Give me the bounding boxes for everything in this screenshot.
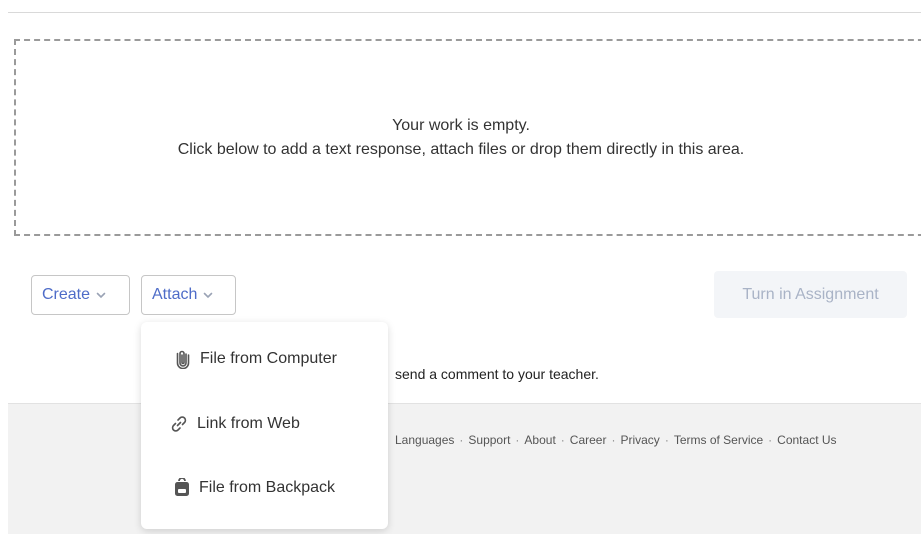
- footer-separator: ·: [611, 433, 616, 447]
- turn-in-label: Turn in Assignment: [742, 285, 879, 303]
- link-icon: [171, 416, 187, 432]
- paperclip-icon: [176, 350, 190, 369]
- empty-instructions: Click below to add a text response, atta…: [177, 140, 745, 158]
- comment-prompt: send a comment to your teacher.: [395, 366, 599, 382]
- footer-link-support[interactable]: Support: [468, 433, 510, 447]
- chevron-down-icon: [96, 292, 106, 299]
- footer-separator: ·: [560, 433, 565, 447]
- backpack-icon: [175, 478, 189, 496]
- menu-item-file-from-backpack[interactable]: File from Backpack: [173, 478, 335, 498]
- footer-link-terms[interactable]: Terms of Service: [674, 433, 763, 447]
- create-button-label: Create: [42, 286, 91, 303]
- attach-button-label: Attach: [152, 286, 198, 303]
- footer-link-career[interactable]: Career: [570, 433, 607, 447]
- footer-separator: ·: [768, 433, 773, 447]
- footer-separator: ·: [459, 433, 464, 447]
- chevron-down-icon: [204, 292, 213, 299]
- footer-separator: ·: [515, 433, 520, 447]
- footer-link-about[interactable]: About: [524, 433, 555, 447]
- turn-in-assignment-button[interactable]: Turn in Assignment: [714, 271, 907, 318]
- menu-item-label: Link from Web: [197, 415, 300, 432]
- attach-button[interactable]: Attach: [141, 275, 236, 315]
- menu-item-label: File from Computer: [200, 350, 337, 367]
- menu-item-file-from-computer[interactable]: File from Computer: [174, 349, 337, 369]
- top-divider: [8, 12, 921, 13]
- footer-link-languages[interactable]: Languages: [395, 433, 454, 447]
- menu-item-label: File from Backpack: [199, 479, 336, 496]
- footer-link-contact[interactable]: Contact Us: [777, 433, 836, 447]
- menu-item-link-from-web[interactable]: Link from Web: [169, 414, 300, 434]
- footer-links: Languages · Support · About · Career · Privacy · T…: [395, 433, 837, 447]
- work-dropzone[interactable]: Your work is empty. Click below to add a…: [14, 39, 921, 236]
- footer-link-privacy[interactable]: Privacy: [620, 433, 659, 447]
- attach-dropdown-menu: File from Computer Link from Web File fr…: [141, 322, 388, 529]
- empty-title: Your work is empty.: [392, 116, 530, 134]
- footer-separator: ·: [664, 433, 669, 447]
- create-button[interactable]: Create: [31, 275, 130, 315]
